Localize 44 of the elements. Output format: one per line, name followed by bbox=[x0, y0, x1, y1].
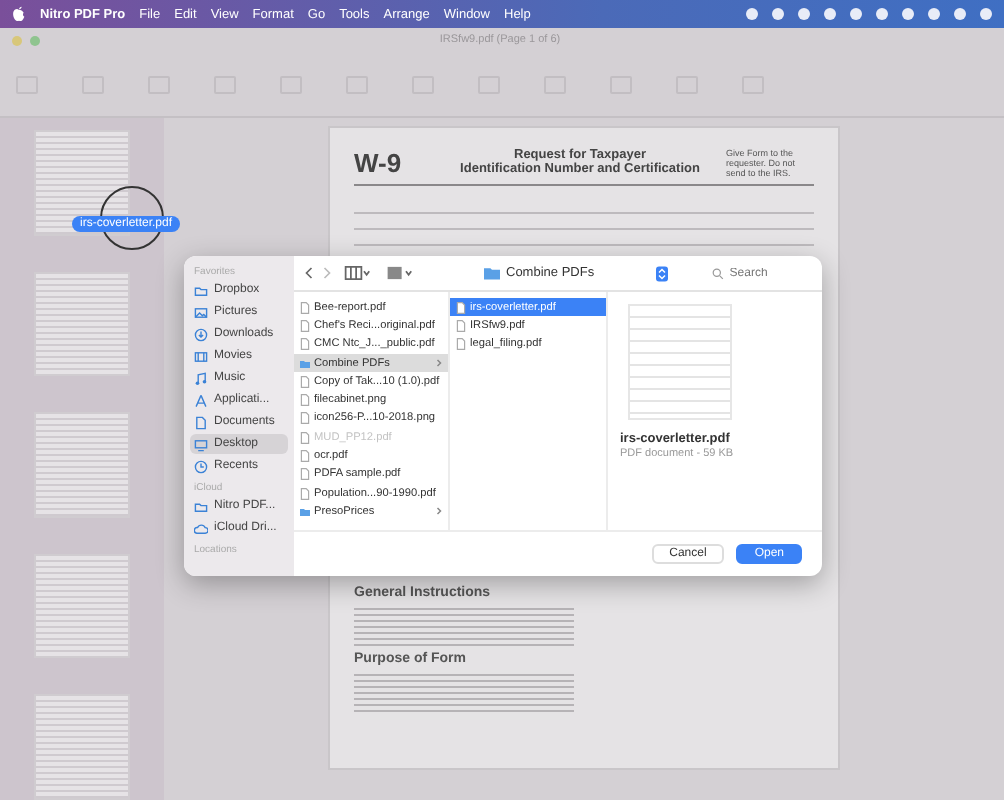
folder-icon bbox=[300, 357, 310, 370]
status-icon[interactable] bbox=[850, 8, 862, 20]
film-icon bbox=[194, 349, 208, 363]
form-number: W-9 bbox=[354, 148, 404, 178]
view-mode-button[interactable] bbox=[340, 266, 374, 280]
zoom-icon[interactable] bbox=[30, 35, 40, 45]
chevron-right-icon bbox=[436, 506, 442, 517]
chevron-left-icon bbox=[304, 266, 314, 280]
clock-icon bbox=[194, 459, 208, 473]
folder-icon bbox=[194, 283, 208, 297]
chevron-right-icon bbox=[436, 358, 442, 369]
page-thumbnail[interactable] bbox=[34, 694, 130, 800]
status-icon[interactable] bbox=[746, 8, 758, 20]
cloud-icon bbox=[194, 521, 208, 535]
status-icon[interactable] bbox=[902, 8, 914, 20]
apple-icon[interactable] bbox=[12, 6, 26, 22]
chevron-updown-icon bbox=[655, 265, 668, 281]
columns-icon bbox=[344, 266, 370, 280]
status-icon[interactable] bbox=[876, 8, 888, 20]
status-icon[interactable] bbox=[980, 8, 992, 20]
status-icon[interactable] bbox=[928, 8, 940, 20]
folder-icon bbox=[484, 266, 500, 280]
folder-icon bbox=[194, 499, 208, 513]
status-icon[interactable] bbox=[954, 8, 966, 20]
back-button[interactable] bbox=[304, 266, 314, 280]
page-thumbnail[interactable] bbox=[34, 553, 130, 659]
download-icon bbox=[194, 327, 208, 341]
music-note-icon bbox=[194, 371, 208, 385]
picture-icon bbox=[194, 305, 208, 319]
grid-icon bbox=[386, 266, 412, 280]
status-icon[interactable] bbox=[824, 8, 836, 20]
chevron-right-icon bbox=[322, 266, 332, 280]
apps-icon bbox=[194, 393, 208, 407]
monitor-icon bbox=[194, 437, 208, 451]
status-icon[interactable] bbox=[798, 8, 810, 20]
page-thumbnail[interactable] bbox=[34, 271, 130, 377]
group-button[interactable] bbox=[382, 266, 416, 280]
folder-icon bbox=[300, 505, 310, 518]
document-preview bbox=[628, 304, 732, 420]
page-thumbnail[interactable] bbox=[34, 412, 130, 518]
search-icon bbox=[711, 267, 724, 279]
minimize-icon[interactable] bbox=[12, 35, 22, 45]
document-icon bbox=[194, 415, 208, 429]
status-icon[interactable] bbox=[772, 8, 784, 20]
